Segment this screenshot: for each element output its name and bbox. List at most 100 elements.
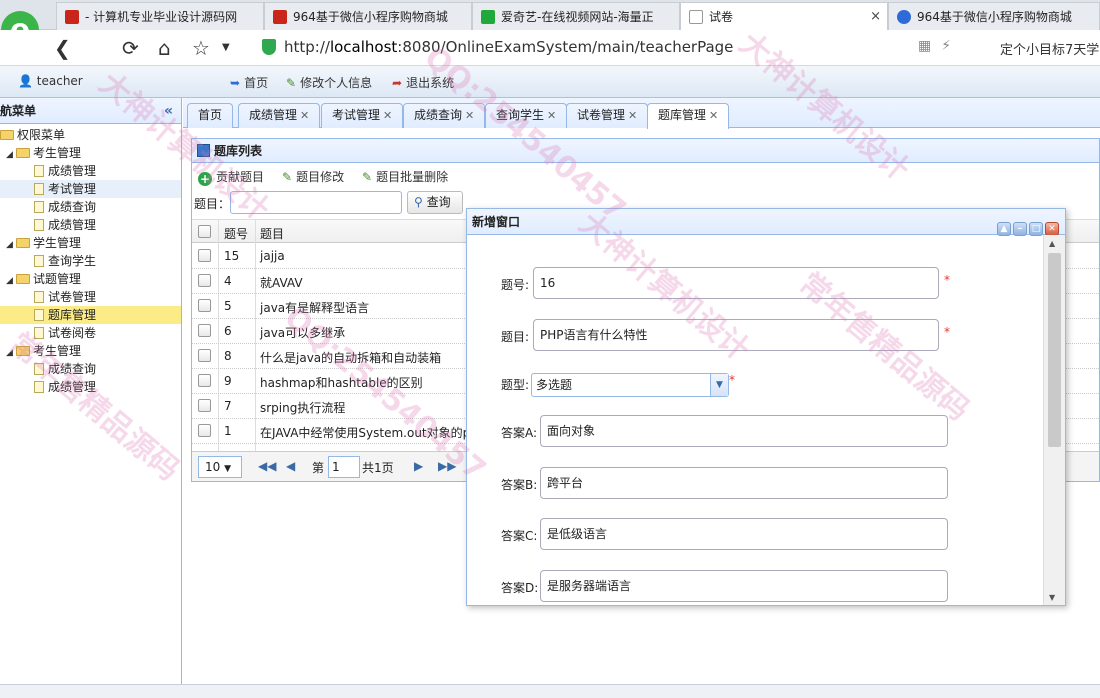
row-checkbox[interactable]	[198, 349, 211, 362]
row-checkbox[interactable]	[198, 399, 211, 412]
close-icon[interactable]: ✕	[300, 109, 309, 122]
folder-open-icon	[16, 274, 30, 284]
row-id: 7	[224, 399, 232, 413]
back-icon[interactable]: ❮	[54, 36, 71, 60]
browser-tab-5[interactable]: 964基于微信小程序购物商城	[888, 2, 1100, 30]
maximize-window-icon[interactable]: □	[1029, 222, 1043, 236]
close-icon[interactable]: ✕	[547, 109, 556, 122]
refresh-icon[interactable]: ⟳	[122, 36, 139, 60]
tree-item[interactable]: 试卷管理	[0, 288, 181, 306]
chevron-down-icon[interactable]: ▼	[222, 36, 230, 60]
tree-item[interactable]: 试卷阅卷	[0, 324, 181, 342]
app-header: 👤 teacher ➥ 首页 ✎ 修改个人信息 ➦ 退出系统	[0, 66, 1100, 98]
tree-root[interactable]: 权限菜单	[0, 126, 181, 144]
column-header-title[interactable]: 题目	[260, 225, 284, 242]
collapse-window-icon[interactable]: ▲	[997, 222, 1011, 236]
tab-question-bank[interactable]: 题库管理 ✕	[647, 103, 730, 129]
close-icon[interactable]: ✕	[465, 109, 474, 122]
tree-item[interactable]: 成绩管理	[0, 162, 181, 180]
browser-tab-1[interactable]: - 计算机专业毕业设计源码网	[56, 2, 264, 30]
question-id-input[interactable]: 16	[533, 267, 939, 299]
tree-item[interactable]: 查询学生	[0, 252, 181, 270]
collapse-icon[interactable]: «	[164, 98, 173, 124]
row-title: 在JAVA中经常使用System.out对象的p	[260, 426, 471, 440]
news-ticker[interactable]: 定个小目标7天学	[1000, 39, 1099, 58]
search-input[interactable]	[230, 191, 402, 214]
search-button[interactable]: ⚲ 查询	[407, 191, 463, 214]
row-checkbox[interactable]	[198, 299, 211, 312]
tab-score-manage[interactable]: 成绩管理 ✕	[238, 103, 321, 128]
dialog-form: 题号: 16 * 题目: PHP语言有什么特性 * 题型: 多选题 ▼ * 答案…	[467, 235, 1044, 605]
row-id: 5	[224, 299, 232, 313]
grid-icon[interactable]: ▦⚡	[918, 38, 961, 54]
minimize-window-icon[interactable]: –	[1013, 222, 1027, 236]
home-icon[interactable]: ⌂	[158, 36, 171, 60]
close-tab-icon[interactable]: ×	[870, 9, 881, 24]
tree-item-label: 成绩管理	[48, 164, 97, 178]
close-window-icon[interactable]: ✕	[1045, 222, 1059, 236]
url-field[interactable]: http://localhost:8080/OnlineExamSystem/m…	[284, 38, 733, 56]
home-link[interactable]: ➥ 首页	[230, 74, 268, 91]
row-checkbox[interactable]	[198, 324, 211, 337]
browser-tab-3[interactable]: 爱奇艺-在线视频网站-海量正	[472, 2, 680, 30]
scroll-up-icon[interactable]: ▲	[1049, 239, 1055, 248]
tree-group[interactable]: ◢ 学生管理	[0, 234, 181, 252]
tree-item[interactable]: 考试管理	[0, 180, 181, 198]
tree-item[interactable]: 成绩查询	[0, 360, 181, 378]
row-title: 什么是java的自动拆箱和自动装箱	[260, 351, 442, 365]
browser-tab-2[interactable]: 964基于微信小程序购物商城	[264, 2, 472, 30]
file-icon	[34, 219, 44, 231]
tree-item-selected[interactable]: 题库管理	[0, 306, 181, 324]
answer-d-input[interactable]: 是服务器端语言	[540, 570, 948, 602]
select-all-checkbox[interactable]	[198, 225, 211, 238]
tree-item-label: 试卷管理	[48, 290, 97, 304]
row-checkbox[interactable]	[198, 424, 211, 437]
tree-group[interactable]: ◢ 考生管理	[0, 342, 181, 360]
tree-item[interactable]: 成绩管理	[0, 378, 181, 396]
close-icon[interactable]: ✕	[709, 109, 718, 122]
page-number-input[interactable]: 1	[328, 456, 360, 478]
tree-group[interactable]: ◢ 试题管理	[0, 270, 181, 288]
batch-delete-button[interactable]: ✎ 题目批量删除	[362, 168, 448, 185]
dialog-titlebar[interactable]: 新增窗口 ▲ – □ ✕	[467, 209, 1065, 236]
column-header-id[interactable]: 题号	[224, 225, 248, 242]
answer-a-input[interactable]: 面向对象	[540, 415, 948, 447]
question-title-input[interactable]: PHP语言有什么特性	[533, 319, 939, 351]
edit-profile-link[interactable]: ✎ 修改个人信息	[286, 74, 372, 91]
tab-student-query[interactable]: 查询学生 ✕	[485, 103, 568, 128]
tree-group[interactable]: ◢ 考生管理	[0, 144, 181, 162]
tab-exam-manage[interactable]: 考试管理 ✕	[321, 103, 404, 128]
row-checkbox[interactable]	[198, 274, 211, 287]
field-label: 答案C:	[501, 529, 538, 543]
prev-page-icon[interactable]: ◀	[286, 459, 295, 473]
edit-question-button[interactable]: ✎ 题目修改	[282, 168, 344, 185]
current-user: 👤 teacher	[18, 74, 83, 88]
answer-b-input[interactable]: 跨平台	[540, 467, 948, 499]
scroll-down-icon[interactable]: ▼	[1049, 593, 1055, 602]
tab-score-query[interactable]: 成绩查询 ✕	[403, 103, 486, 128]
tree-item[interactable]: 成绩管理	[0, 216, 181, 234]
close-icon[interactable]: ✕	[383, 109, 392, 122]
answer-a-value: 面向对象	[547, 424, 596, 438]
close-icon[interactable]: ✕	[628, 109, 637, 122]
question-type-select[interactable]: 多选题 ▼	[531, 373, 729, 397]
field-label: 答案D:	[501, 581, 539, 595]
chevron-down-icon[interactable]: ▼	[710, 374, 728, 396]
row-checkbox[interactable]	[198, 249, 211, 262]
answer-c-input[interactable]: 是低级语言	[540, 518, 948, 550]
page-size-select[interactable]: 10 ▼	[198, 456, 242, 478]
chevron-down-icon: ▼	[224, 464, 232, 474]
first-page-icon[interactable]: ◀◀	[258, 459, 276, 473]
tree-item[interactable]: 成绩查询	[0, 198, 181, 216]
last-page-icon[interactable]: ▶▶	[438, 459, 456, 473]
row-checkbox[interactable]	[198, 374, 211, 387]
add-question-button[interactable]: + 贡献题目	[198, 168, 264, 186]
logout-link[interactable]: ➦ 退出系统	[392, 74, 454, 91]
tab-home[interactable]: 首页	[187, 103, 234, 128]
browser-tab-active[interactable]: 试卷 ×	[680, 2, 888, 30]
scrollbar-thumb[interactable]	[1048, 253, 1061, 447]
dialog-scrollbar[interactable]: ▲ ▼	[1043, 235, 1065, 605]
next-page-icon[interactable]: ▶	[414, 459, 423, 473]
tab-paper-manage[interactable]: 试卷管理 ✕	[566, 103, 649, 128]
bookmark-star-icon[interactable]: ☆	[192, 36, 210, 60]
